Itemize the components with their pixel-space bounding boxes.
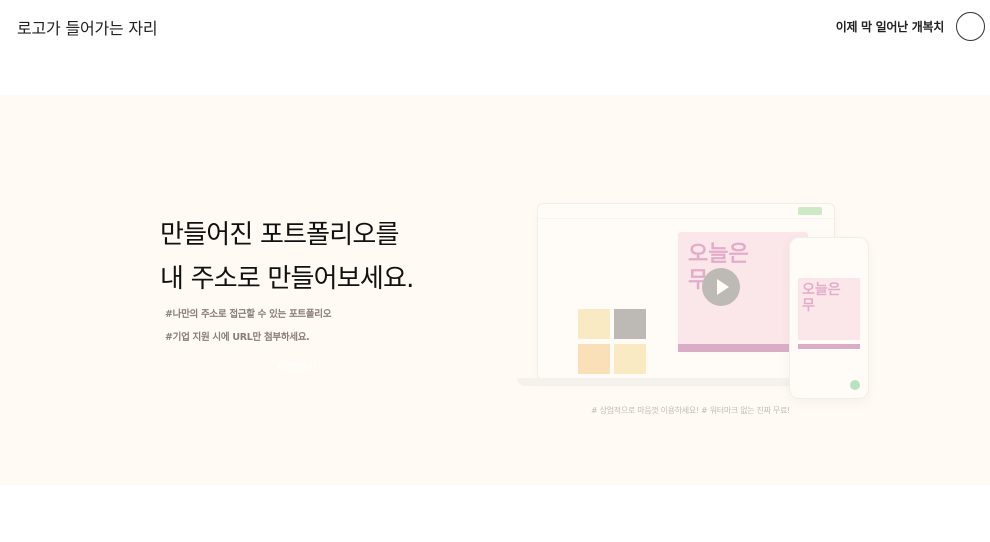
play-icon[interactable]: [702, 268, 740, 306]
thumbnail: [614, 344, 646, 374]
phone-poster-title: 오늘은 무: [802, 282, 841, 314]
start-button[interactable]: 시작하기: [255, 357, 337, 379]
phone-poster: 오늘은 무: [798, 278, 860, 340]
user-name[interactable]: 이제 막 일어난 개복치: [836, 18, 945, 35]
laptop-button: [798, 207, 822, 215]
thumbnail: [578, 309, 610, 339]
phone-mockup: 오늘은 무: [789, 237, 869, 399]
hero-headline-line-1: 만들어진 포트폴리오를: [160, 220, 399, 250]
avatar[interactable]: [956, 12, 985, 41]
hero-headline-line-2: 내 주소로 만들어보세요.: [160, 264, 414, 294]
hero-section: 만들어진 포트폴리오를 내 주소로 만들어보세요. #나만의 주소로 접근할 수…: [0, 95, 990, 485]
thumbnail: [578, 344, 610, 374]
device-preview-image: 오늘은 무 오늘은 무: [517, 195, 877, 420]
logo-placeholder[interactable]: 로고가 들어가는 자리: [17, 15, 158, 39]
thumbnail: [614, 309, 646, 339]
chat-icon: [850, 380, 860, 390]
hero-headline: 만들어진 포트폴리오를 내 주소로 만들어보세요.: [160, 213, 414, 301]
preview-caption: # 상업적으로 마음껏 이용하세요! # 워터마크 없는 진짜 무료!: [591, 406, 790, 415]
phone-poster-band: [798, 344, 860, 349]
laptop-toolbar: [538, 204, 834, 219]
top-header: 로고가 들어가는 자리 이제 막 일어난 개복치: [0, 0, 990, 54]
hero-subtext-1: #나만의 주소로 접근할 수 있는 포트폴리오: [165, 309, 332, 320]
hero-subtext-2: #기업 지원 시에 URL만 첨부하세요.: [165, 332, 310, 343]
